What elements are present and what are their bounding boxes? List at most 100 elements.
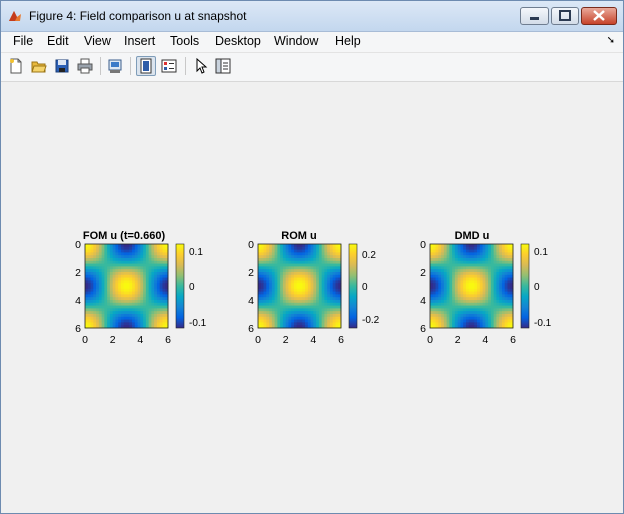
insert-legend-button[interactable] (159, 56, 179, 76)
minimize-button[interactable] (520, 7, 549, 25)
heatmap-cell (296, 294, 300, 298)
heatmap-cell (87, 246, 91, 250)
heatmap-cell (101, 269, 105, 273)
heatmap-cell (129, 272, 133, 276)
heatmap-cell (449, 322, 453, 326)
heatmap-cell (432, 302, 436, 306)
heatmap-cell (156, 258, 161, 262)
heatmap-cell (120, 272, 125, 276)
heatmap-cell (446, 277, 450, 281)
heatmap-cell (266, 302, 270, 306)
heatmap-cell (465, 314, 470, 318)
heatmap-cell (454, 283, 459, 287)
heatmap-cell (293, 272, 298, 276)
menu-tools[interactable]: Tools (170, 34, 199, 48)
heatmap-cell (307, 283, 311, 287)
heatmap-cell (137, 294, 141, 298)
heatmap-cell (260, 266, 264, 270)
heatmap-cell (493, 258, 497, 262)
heatmap-cell (154, 305, 158, 309)
heatmap-cell (162, 266, 166, 270)
figure-canvas[interactable]: FOM u (t=0.660) 0 2 4 6 0 2 4 6 0.1 0 -0… (5, 83, 619, 507)
menu-help[interactable]: Help (335, 34, 361, 48)
heatmap-cell (274, 260, 278, 264)
heatmap-cell (307, 246, 311, 250)
heatmap-cell (112, 269, 116, 273)
heatmap-cell (258, 316, 262, 320)
heatmap-cell (282, 319, 287, 323)
heatmap-cell (490, 272, 495, 276)
heatmap-cell (145, 246, 150, 250)
heatmap-cell (271, 314, 275, 318)
heatmap-cell (118, 286, 122, 290)
heatmap-cell (156, 272, 161, 276)
pointer-button[interactable] (191, 56, 211, 76)
heatmap-cell (109, 263, 114, 267)
heatmap-cell (488, 263, 492, 267)
heatmap-cell (112, 297, 116, 301)
heatmap-cell (159, 263, 163, 267)
menu-view[interactable]: View (84, 34, 111, 48)
heatmap-cell (443, 274, 447, 278)
heatmap-cell (474, 322, 478, 326)
heatmap-cell (285, 263, 289, 267)
new-figure-button[interactable] (6, 56, 26, 76)
heatmap-cell (485, 263, 489, 267)
property-inspector-button[interactable] (213, 56, 233, 76)
heatmap-cell (488, 319, 492, 323)
heatmap-cell (282, 246, 287, 250)
heatmap-cell (260, 280, 264, 284)
close-button[interactable] (581, 7, 617, 25)
menu-insert[interactable]: Insert (124, 34, 155, 48)
heatmap-cell (493, 316, 497, 320)
heatmap-cell (446, 297, 450, 301)
menu-file[interactable]: File (13, 34, 33, 48)
heatmap-cell (96, 288, 100, 292)
heatmap-cell (432, 246, 436, 250)
heatmap-cell (143, 319, 147, 323)
print-preview-button[interactable] (105, 56, 125, 76)
heatmap-cell (457, 291, 461, 295)
maximize-button[interactable] (551, 7, 579, 25)
heatmap-cell (266, 244, 270, 248)
heatmap-cell (501, 322, 506, 326)
menu-desktop[interactable]: Desktop (215, 34, 261, 48)
menu-window[interactable]: Window (274, 34, 318, 48)
heatmap-cell (496, 266, 500, 270)
print-button[interactable] (75, 56, 95, 76)
heatmap-cell (482, 244, 486, 248)
dock-figure-button[interactable] (136, 56, 156, 76)
heatmap-cell (299, 291, 303, 295)
heatmap-cell (129, 246, 133, 250)
heatmap-cell (132, 322, 136, 326)
heatmap-cell (332, 277, 336, 281)
heatmap-cell (107, 269, 111, 273)
title-bar[interactable]: Figure 4: Field comparison u at snapshot (1, 1, 623, 32)
heatmap-cell (266, 319, 270, 323)
heatmap-cell (123, 305, 127, 309)
heatmap-cell (120, 286, 125, 290)
heatmap-rom (258, 244, 342, 329)
heatmap-cell (140, 288, 144, 292)
open-file-button[interactable] (29, 56, 49, 76)
xtick-label: 4 (137, 334, 143, 346)
heatmap-cell (302, 269, 306, 273)
heatmap-cell (118, 266, 122, 270)
heatmap-cell (313, 269, 317, 273)
heatmap-cell (299, 272, 303, 276)
ytick-label: 4 (75, 295, 81, 307)
heatmap-cell (148, 258, 152, 262)
dock-arrow-icon[interactable]: ➘ (607, 35, 615, 46)
heatmap-cell (465, 286, 470, 290)
heatmap-cell (162, 311, 166, 315)
heatmap-cell (316, 322, 320, 326)
menu-edit[interactable]: Edit (47, 34, 69, 48)
subplot-dmd: DMD u 0 2 4 6 0 2 4 6 0.1 0 -0.1 (420, 230, 552, 346)
heatmap-cell (504, 283, 508, 287)
heatmap-cell (293, 302, 298, 306)
heatmap-cell (159, 252, 163, 256)
heatmap-cell (335, 272, 339, 276)
heatmap-cell (258, 252, 262, 256)
save-button[interactable] (52, 56, 72, 76)
heatmap-cell (485, 316, 489, 320)
